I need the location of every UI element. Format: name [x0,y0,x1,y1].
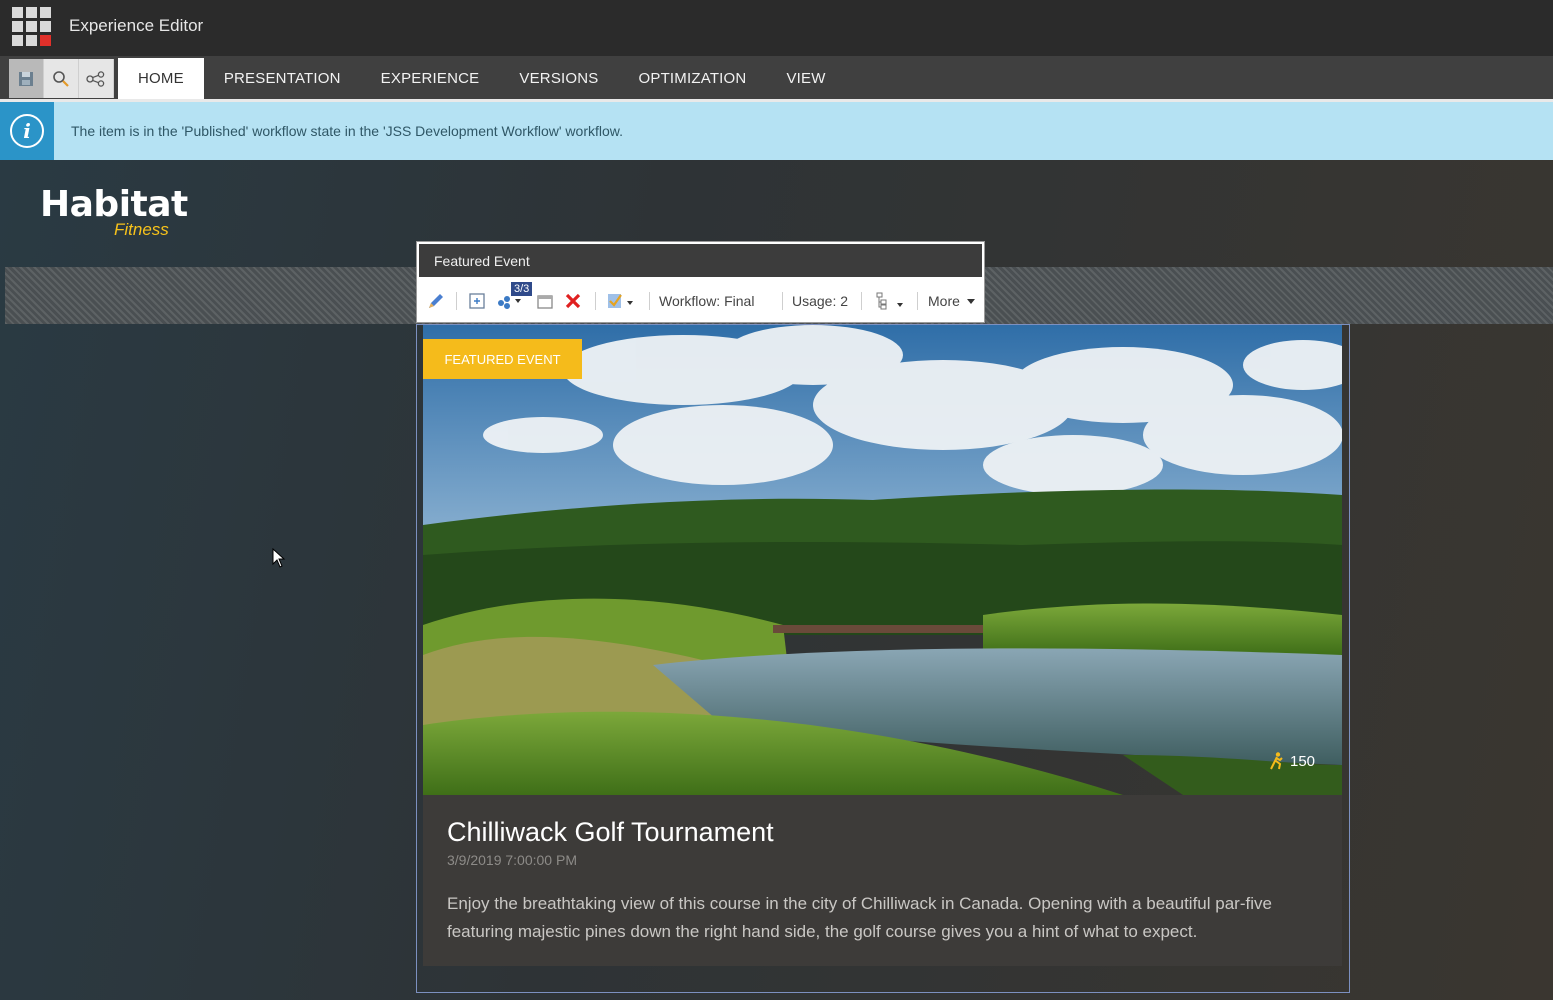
workflow-state: Workflow: Final [659,293,755,309]
tree-icon [876,292,903,310]
hierarchy-button[interactable] [875,289,905,313]
window-icon [537,295,553,309]
delete-button[interactable] [565,289,581,313]
save-button[interactable] [9,59,44,98]
expand-icon [469,293,485,309]
chevron-down-icon [966,299,975,304]
ribbon: HOME PRESENTATION EXPERIENCE VERSIONS OP… [0,56,1553,102]
search-button[interactable] [44,59,79,98]
close-icon [565,293,581,309]
search-icon [53,70,69,87]
share-icon [86,70,105,87]
component-selection-frame [416,324,1350,993]
component-toolbar-title: Featured Event [417,242,984,279]
mouse-cursor-icon [272,548,286,568]
tab-versions[interactable]: VERSIONS [499,58,618,99]
more-label: More [928,293,960,309]
tab-experience[interactable]: EXPERIENCE [361,58,500,99]
notification-text: The item is in the 'Published' workflow … [71,123,623,139]
workflow-commands-button[interactable] [607,289,637,313]
quick-actions [9,59,114,98]
usage-count: Usage: 2 [792,293,849,309]
pencil-icon [429,294,443,308]
logo-sub-text: Fitness [114,220,169,239]
app-title: Experience Editor [69,16,204,35]
component-toolbar-actions: Workflow: Final Usage: 2 More [417,279,984,323]
component-toolbar: Featured Event Workflow: Final Usage: 2 [416,241,985,323]
select-parent-button[interactable] [469,289,485,313]
tab-presentation[interactable]: PRESENTATION [204,58,361,99]
copy-button[interactable] [537,289,553,313]
info-icon: i [0,102,54,160]
workflow-notification: i The item is in the 'Published' workflo… [0,102,1553,160]
save-icon [19,71,33,86]
ribbon-tabs: HOME PRESENTATION EXPERIENCE VERSIONS OP… [118,58,846,99]
app-launcher-icon[interactable] [12,7,51,46]
share-button[interactable] [79,59,114,98]
tab-view[interactable]: VIEW [766,58,845,99]
top-bar: Experience Editor [0,0,1553,56]
tab-optimization[interactable]: OPTIMIZATION [619,58,767,99]
tab-home[interactable]: HOME [118,58,204,99]
edit-button[interactable] [427,289,445,313]
datasource-count-badge: 3/3 [511,282,533,296]
more-menu[interactable]: More [928,289,978,313]
habitat-logo[interactable]: Habitat Fitness [40,184,188,239]
logo-main-text: Habitat [40,184,188,225]
checklist-icon [608,294,633,308]
